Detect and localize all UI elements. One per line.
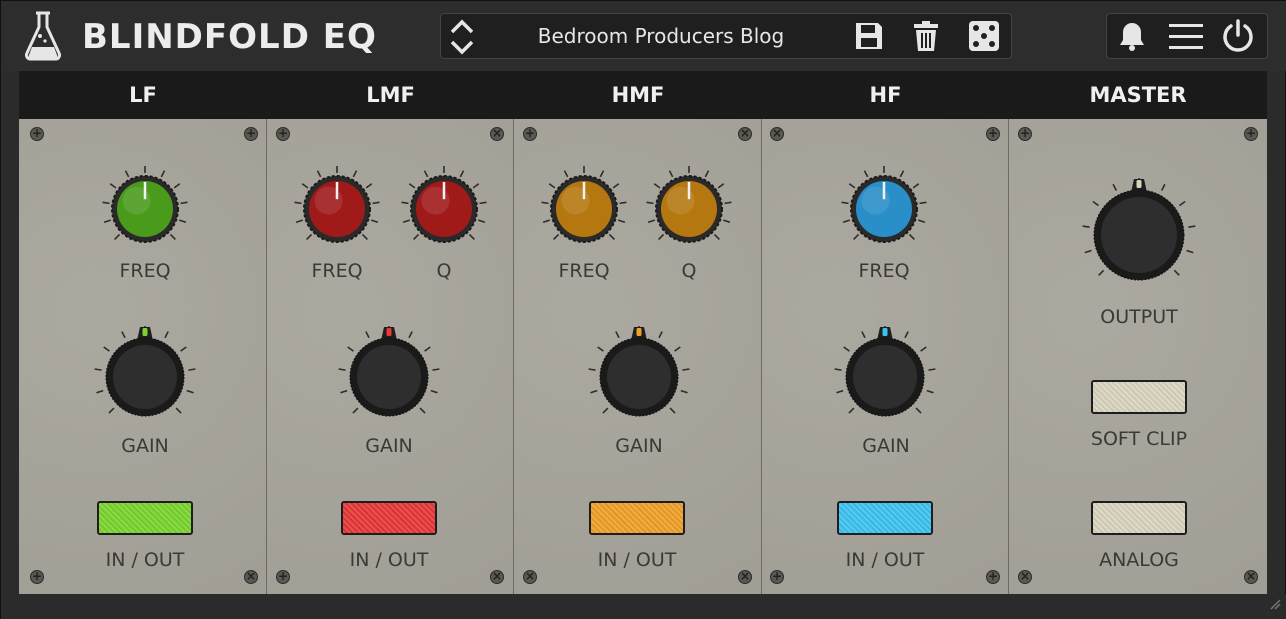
band-title-bar: LF LMF HMF HF MASTER (19, 71, 1267, 119)
hmf-q-knob[interactable] (639, 159, 739, 259)
menu-icon[interactable] (1169, 22, 1203, 52)
in-out-label: IN / OUT (845, 549, 925, 571)
screw-icon: + (986, 569, 1000, 584)
screw-icon: × (523, 569, 537, 584)
screw-icon: + (244, 126, 258, 141)
freq-label: FREQ (858, 260, 910, 282)
band-title-hf: HF (869, 83, 902, 107)
dice-icon[interactable] (968, 20, 1000, 52)
bottom-bar (1, 594, 1286, 619)
soft-clip-button[interactable] (1091, 380, 1187, 414)
lmf-gain-knob[interactable] (324, 312, 454, 442)
analog-button[interactable] (1091, 501, 1187, 535)
lf-freq-knob[interactable] (95, 159, 195, 259)
gain-label: GAIN (615, 435, 663, 457)
gain-label: GAIN (862, 435, 910, 457)
screw-icon: + (986, 126, 1000, 141)
lmf-freq-knob[interactable] (287, 159, 387, 259)
output-label: OUTPUT (1100, 306, 1178, 328)
lmf-q-knob[interactable] (394, 159, 494, 259)
gain-label: GAIN (365, 435, 413, 457)
screw-icon: × (738, 126, 752, 141)
hf-gain-knob[interactable] (820, 312, 950, 442)
in-out-label: IN / OUT (105, 549, 185, 571)
freq-label: FREQ (119, 260, 171, 282)
band-title-lf: LF (129, 83, 157, 107)
bell-icon[interactable] (1116, 20, 1148, 52)
save-icon[interactable] (853, 20, 885, 52)
resize-handle-icon[interactable] (1269, 598, 1281, 610)
gain-label: GAIN (121, 435, 169, 457)
screw-icon: × (738, 569, 752, 584)
screw-icon: + (276, 126, 290, 141)
q-label: Q (436, 260, 452, 282)
preset-name[interactable]: Bedroom Producers Blog (501, 14, 821, 60)
screw-icon: × (244, 569, 258, 584)
in-out-label: IN / OUT (349, 549, 429, 571)
lf-gain-knob[interactable] (80, 312, 210, 442)
hmf-freq-knob[interactable] (534, 159, 634, 259)
toolbar-group (1106, 13, 1268, 59)
band-title-lmf: LMF (366, 83, 415, 107)
screw-icon: + (523, 126, 537, 141)
screw-icon: + (1244, 126, 1258, 141)
lmf-in-out-button[interactable] (341, 501, 437, 535)
in-out-label: IN / OUT (597, 549, 677, 571)
band-title-hmf: HMF (611, 83, 665, 107)
hmf-in-out-button[interactable] (589, 501, 685, 535)
screw-icon: × (1018, 569, 1032, 584)
plugin-window: BLINDFOLD EQ Bedroom Producers Blog LF L… (0, 0, 1286, 619)
analog-label: ANALOG (1099, 549, 1179, 571)
hf-freq-knob[interactable] (834, 159, 934, 259)
flask-icon (24, 11, 62, 61)
screw-icon: + (30, 569, 44, 584)
screw-icon: + (770, 569, 784, 584)
master-output-knob[interactable] (1074, 170, 1204, 300)
header: BLINDFOLD EQ Bedroom Producers Blog (1, 1, 1286, 71)
hf-in-out-button[interactable] (837, 501, 933, 535)
screw-icon: + (1018, 126, 1032, 141)
screw-icon: × (770, 126, 784, 141)
preset-bar: Bedroom Producers Blog (440, 13, 1012, 59)
screw-icon: + (276, 569, 290, 584)
screw-icon: + (30, 126, 44, 141)
soft-clip-label: SOFT CLIP (1090, 428, 1188, 450)
hmf-gain-knob[interactable] (574, 312, 704, 442)
up-down-arrows-icon[interactable] (447, 16, 477, 56)
screw-icon: × (1244, 569, 1258, 584)
lf-in-out-button[interactable] (97, 501, 193, 535)
band-title-master: MASTER (1089, 83, 1187, 107)
trash-icon[interactable] (911, 20, 941, 52)
q-label: Q (681, 260, 697, 282)
screw-icon: × (490, 569, 504, 584)
power-icon[interactable] (1221, 19, 1255, 53)
app-title: BLINDFOLD EQ (82, 17, 377, 57)
screw-icon: × (490, 126, 504, 141)
